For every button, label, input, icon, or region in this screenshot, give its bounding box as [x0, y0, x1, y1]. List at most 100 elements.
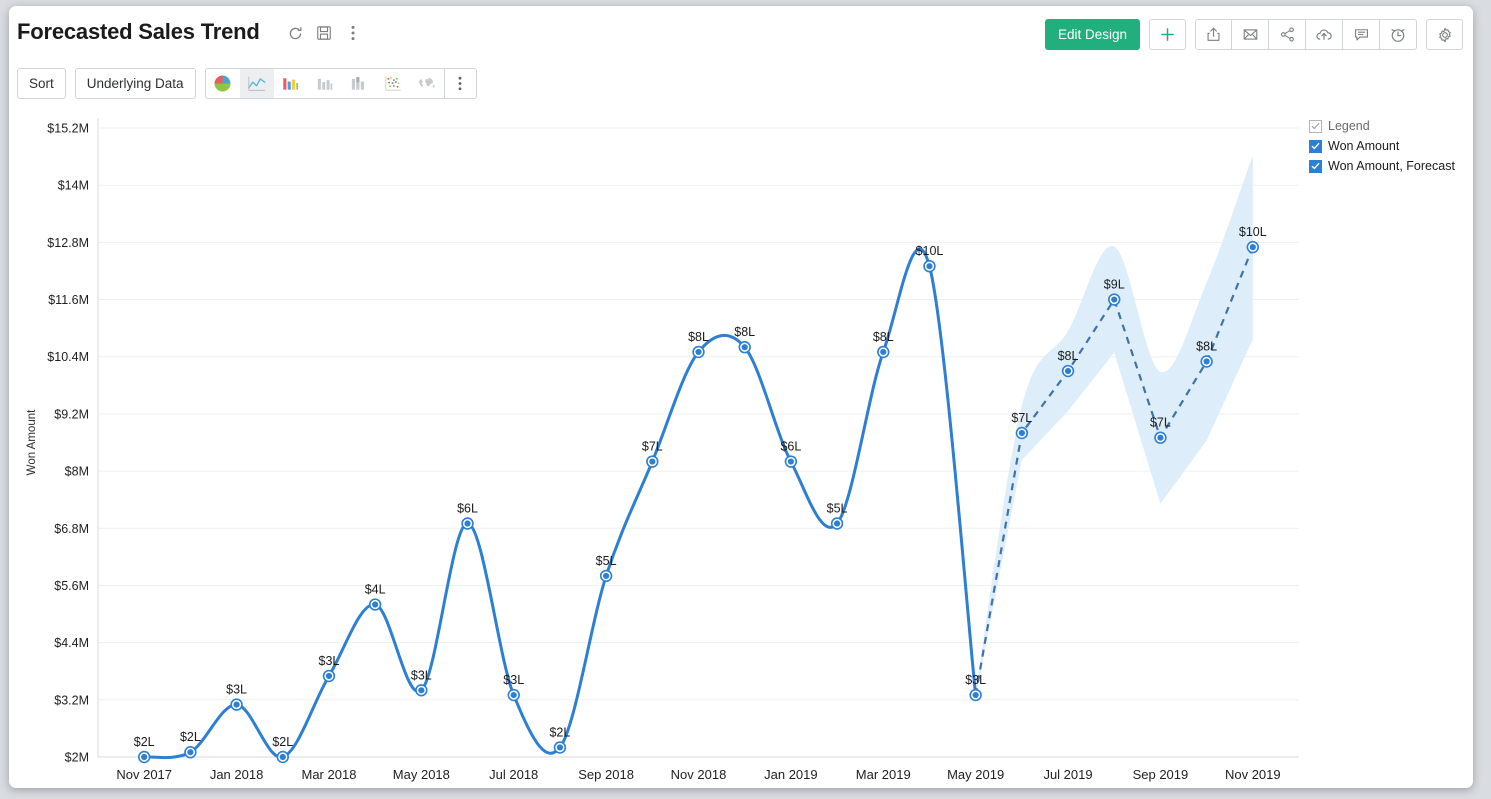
comment-icon[interactable]	[1343, 19, 1380, 50]
more-vertical-icon[interactable]	[343, 23, 363, 43]
data-label: $5L	[596, 554, 617, 568]
data-point	[926, 263, 932, 269]
data-label: $3L	[226, 683, 247, 697]
x-axis-tick-label: May 2018	[393, 767, 450, 782]
y-axis-tick-label: $5.6M	[54, 579, 89, 593]
data-label: $6L	[457, 502, 478, 516]
data-label: $8L	[873, 330, 894, 344]
data-point	[1111, 296, 1117, 302]
data-point	[233, 701, 239, 707]
data-label: $8L	[688, 330, 709, 344]
data-label: $3L	[319, 654, 340, 668]
y-axis-tick-label: $14M	[58, 179, 89, 193]
data-point	[141, 754, 147, 760]
x-axis-tick-label: Jul 2019	[1043, 767, 1092, 782]
email-icon[interactable]	[1232, 19, 1269, 50]
settings-icon[interactable]	[1426, 19, 1463, 50]
y-axis-tick-label: $8M	[65, 465, 89, 479]
data-point	[695, 349, 701, 355]
export-icon[interactable]	[1195, 19, 1232, 50]
legend-item-won-amount[interactable]: Won Amount	[1309, 139, 1469, 153]
alarm-icon[interactable]	[1380, 19, 1417, 50]
chart-type-switcher	[205, 68, 477, 99]
map-chart-icon[interactable]	[410, 69, 444, 98]
column-chart-icon[interactable]	[308, 69, 342, 98]
data-point	[187, 749, 193, 755]
save-icon[interactable]	[314, 23, 334, 43]
data-point	[326, 673, 332, 679]
data-point	[372, 601, 378, 607]
data-label: $2L	[272, 735, 293, 749]
data-point	[1157, 435, 1163, 441]
header: Forecasted Sales Trend	[9, 6, 1473, 66]
scatter-chart-icon[interactable]	[376, 69, 410, 98]
bar-chart-icon[interactable]	[274, 69, 308, 98]
chart-more-options-icon[interactable]	[445, 69, 476, 98]
chart-container: $2M$3.2M$4.4M$5.6M$6.8M$8M$9.2M$10.4M$11…	[9, 106, 1473, 788]
title-icon-group	[285, 23, 363, 43]
chart-window: Forecasted Sales Trend	[9, 6, 1473, 788]
legend-label-won-amount: Won Amount	[1328, 139, 1399, 153]
x-axis-tick-label: Nov 2018	[671, 767, 727, 782]
share-icon[interactable]	[1269, 19, 1306, 50]
legend-label-won-amount-forecast: Won Amount, Forecast	[1328, 159, 1455, 173]
data-point	[1065, 368, 1071, 374]
legend-item-won-amount-forecast[interactable]: Won Amount, Forecast	[1309, 159, 1469, 173]
underlying-data-button[interactable]: Underlying Data	[75, 68, 196, 99]
y-axis-tick-label: $6.8M	[54, 522, 89, 536]
legend-title: Legend	[1328, 119, 1370, 133]
x-axis-tick-label: Jan 2018	[210, 767, 264, 782]
data-point	[280, 754, 286, 760]
forecast-confidence-band	[976, 155, 1253, 697]
data-label: $8L	[734, 325, 755, 339]
edit-design-button[interactable]: Edit Design	[1045, 19, 1140, 50]
data-label: $8L	[1058, 349, 1079, 363]
line-chart-icon[interactable]	[240, 69, 274, 98]
data-point	[649, 458, 655, 464]
legend-checkbox-won-amount[interactable]	[1309, 140, 1322, 153]
stacked-bar-chart-icon[interactable]	[342, 69, 376, 98]
data-point	[788, 458, 794, 464]
y-axis-tick-label: $12.8M	[47, 236, 89, 250]
page-title: Forecasted Sales Trend	[17, 19, 260, 45]
data-label: $6L	[780, 440, 801, 454]
band-area	[976, 155, 1253, 697]
data-point	[603, 573, 609, 579]
data-label: $7L	[642, 440, 663, 454]
data-label: $5L	[827, 502, 848, 516]
data-label: $7L	[1011, 411, 1032, 425]
data-label: $8L	[1196, 339, 1217, 353]
data-point	[511, 692, 517, 698]
actual-points: $2L$2L$3L$2L$3L$4L$3L$6L$3L$2L$5L$7L$8L$…	[134, 244, 986, 762]
settings-wrap	[1426, 19, 1463, 50]
x-axis-tick-label: Nov 2019	[1225, 767, 1281, 782]
data-point	[834, 520, 840, 526]
legend-checkbox-all[interactable]	[1309, 120, 1322, 133]
add-icon[interactable]	[1149, 19, 1186, 50]
data-label: $10L	[916, 244, 944, 258]
data-point	[1204, 358, 1210, 364]
x-axis-tick-label: Sep 2019	[1133, 767, 1189, 782]
cloud-upload-icon[interactable]	[1306, 19, 1343, 50]
data-label: $2L	[134, 735, 155, 749]
x-axis-tick-label: Mar 2019	[856, 767, 911, 782]
line-chart[interactable]: $2M$3.2M$4.4M$5.6M$6.8M$8M$9.2M$10.4M$11…	[9, 106, 1473, 788]
data-label: $9L	[1104, 278, 1125, 292]
legend-toggle-all[interactable]: Legend	[1309, 119, 1469, 133]
x-axis-tick-label: Nov 2017	[116, 767, 172, 782]
header-actions: Edit Design	[1045, 19, 1463, 50]
x-axis-tick-label: Mar 2018	[302, 767, 357, 782]
action-button-group	[1195, 19, 1417, 50]
data-point	[557, 744, 563, 750]
refresh-icon[interactable]	[285, 23, 305, 43]
data-point	[973, 692, 979, 698]
data-point	[742, 344, 748, 350]
x-axis-tick-label: Sep 2018	[578, 767, 634, 782]
legend-checkbox-won-amount-forecast[interactable]	[1309, 160, 1322, 173]
data-label: $3L	[965, 673, 986, 687]
y-axis-tick-label: $15.2M	[47, 122, 89, 136]
data-label: $7L	[1150, 416, 1171, 430]
data-point	[1250, 244, 1256, 250]
sort-button[interactable]: Sort	[17, 68, 66, 99]
pie-chart-icon[interactable]	[206, 69, 240, 98]
